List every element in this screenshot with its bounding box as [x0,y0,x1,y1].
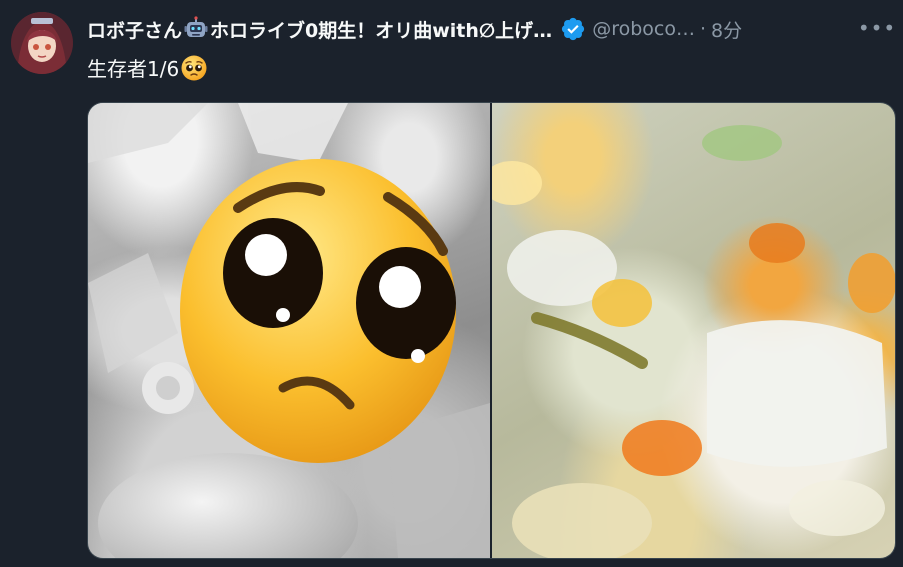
avatar-image [11,12,73,74]
photo-soup-image [492,125,895,558]
author-name-suffix: ホロライブ0期生！オリ曲with∅上げ… [210,19,553,42]
tweet-text-body: 生存者1/6 [87,57,180,81]
author-name[interactable]: ロボ子さん ホロライブ0期生！オリ曲with∅上げ… [87,16,552,43]
avatar[interactable] [11,12,73,74]
more-options-icon[interactable]: ••• [858,14,895,42]
robot-emoji-icon [184,16,208,37]
timestamp[interactable]: 8分 [711,16,742,43]
author-name-text: ロボ子さん [87,19,183,42]
media-grid [87,102,896,559]
tweet-header: ロボ子さん ホロライブ0期生！オリ曲with∅上げ… @roboco… · 8分 [87,14,891,44]
author-handle[interactable]: @roboco… [592,18,695,40]
photo-eggshells[interactable] [88,103,490,558]
separator-dot: · [699,18,707,40]
tweet[interactable]: ロボ子さん ホロライブ0期生！オリ曲with∅上げ… @roboco… · 8分… [0,0,903,567]
photo-soup[interactable] [492,103,895,558]
pleading-face-emoji-icon [181,55,207,80]
photo-eggshells-image [88,103,490,558]
tweet-text: 生存者1/6 [87,53,208,82]
verified-badge-icon[interactable] [560,16,586,42]
